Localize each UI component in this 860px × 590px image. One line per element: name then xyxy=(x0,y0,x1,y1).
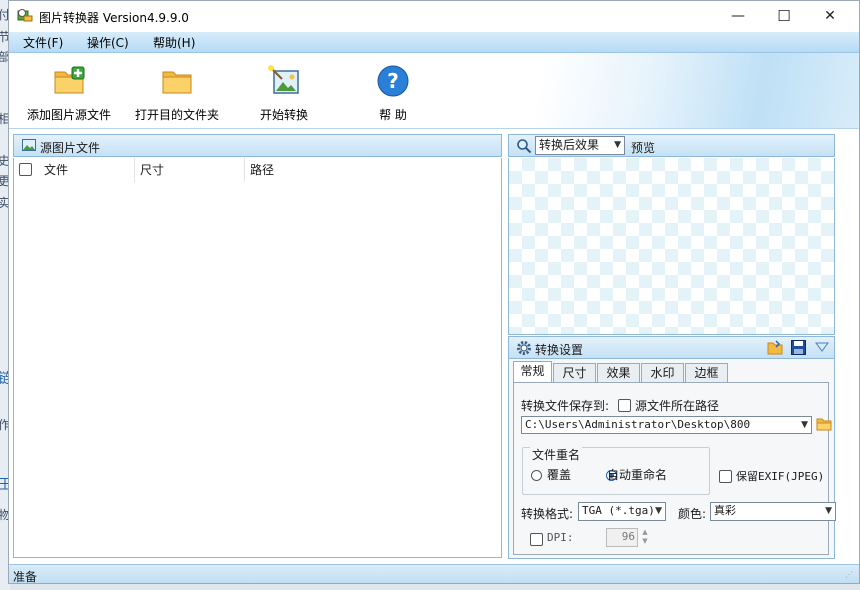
settings-panel-header: 转换设置 xyxy=(508,336,835,359)
column-file-label: 文件 xyxy=(44,163,69,177)
menu-bar: 文件(F) 操作(C) 帮助(H) xyxy=(9,32,859,53)
status-bar: 准备 ⋰ xyxy=(9,564,859,584)
dpi-label: DPI: xyxy=(547,531,574,544)
rename-group: 文件重名 覆盖 自动重命名 xyxy=(522,446,710,495)
dpi-spinner-icon[interactable]: ▲ ▼ xyxy=(638,528,652,547)
menu-help[interactable]: 帮助(H) xyxy=(153,34,195,51)
chevron-down-icon: ▼ xyxy=(801,420,808,430)
help-button[interactable]: ? 帮 助 xyxy=(353,53,433,128)
dpi-value: 96 xyxy=(621,530,635,543)
dpi-input[interactable]: 96 xyxy=(606,528,638,547)
open-dest-label: 打开目的文件夹 xyxy=(134,108,219,122)
color-value: 真彩 xyxy=(714,504,736,517)
source-path-checkbox[interactable] xyxy=(618,399,631,412)
tab-watermark[interactable]: 水印 xyxy=(641,363,684,382)
source-panel-header: 源图片文件 xyxy=(13,134,502,157)
preview-label: 预览 xyxy=(631,141,656,155)
chevron-down-icon: ▼ xyxy=(825,506,832,516)
column-header-path[interactable]: 路径 xyxy=(244,158,502,182)
open-settings-icon[interactable] xyxy=(767,340,783,355)
rename-overwrite-radio[interactable] xyxy=(531,470,542,481)
color-dropdown[interactable]: 真彩 ▼ xyxy=(710,502,836,521)
column-header-size[interactable]: 尺寸 xyxy=(134,158,245,182)
browse-folder-icon[interactable] xyxy=(816,417,832,431)
save-to-label: 转换文件保存到: xyxy=(521,399,610,413)
menu-operate[interactable]: 操作(C) xyxy=(87,34,129,51)
magnifier-icon xyxy=(517,139,532,154)
save-icon[interactable] xyxy=(791,340,806,355)
format-dropdown[interactable]: TGA (*.tga) ▼ xyxy=(578,502,666,521)
add-source-label: 添加图片源文件 xyxy=(26,108,111,122)
svg-text:?: ? xyxy=(387,69,399,93)
folder-add-icon xyxy=(54,66,85,94)
window-title: 图片转换器 Version4.9.9.0 xyxy=(39,11,189,25)
rename-auto-label: 自动重命名 xyxy=(607,468,668,482)
collapse-triangle-icon[interactable] xyxy=(815,342,829,352)
help-label: 帮 助 xyxy=(379,108,407,122)
title-bar: 图片转换器 Version4.9.9.0 — ☐ ✕ xyxy=(9,1,859,31)
save-path-combo[interactable]: C:\Users\Administrator\Desktop\800 ▼ xyxy=(521,416,812,434)
source-file-list[interactable]: 文件 尺寸 路径 xyxy=(13,158,502,558)
tab-border[interactable]: 边框 xyxy=(685,363,728,382)
chevron-down-icon: ▼ xyxy=(614,140,621,150)
preview-mode-dropdown[interactable]: 转换后效果 ▼ xyxy=(535,136,625,155)
start-convert-label: 开始转换 xyxy=(259,108,308,122)
keep-exif-checkbox[interactable] xyxy=(719,470,732,483)
source-panel-title: 源图片文件 xyxy=(40,141,101,155)
tab-general[interactable]: 常规 xyxy=(513,361,552,383)
image-icon xyxy=(22,139,36,151)
folder-open-icon xyxy=(162,71,192,94)
rename-overwrite-label: 覆盖 xyxy=(547,468,572,482)
general-tab-content: 转换文件保存到: 源文件所在路径 C:\Users\Administrator\… xyxy=(513,382,836,555)
maximize-button[interactable]: ☐ xyxy=(761,1,807,31)
app-window: 图片转换器 Version4.9.9.0 — ☐ ✕ 文件(F) 操作(C) 帮… xyxy=(8,0,860,584)
app-logo-icon xyxy=(17,9,33,22)
format-value: TGA (*.tga) xyxy=(582,504,655,517)
magic-picture-icon xyxy=(268,65,299,94)
tab-effect[interactable]: 效果 xyxy=(597,363,640,382)
start-convert-button[interactable]: 开始转换 xyxy=(239,53,329,128)
column-header-file[interactable]: 文件 xyxy=(14,158,135,182)
rename-group-label: 文件重名 xyxy=(530,446,583,463)
dpi-checkbox[interactable] xyxy=(530,533,543,546)
open-dest-button[interactable]: 打开目的文件夹 xyxy=(129,53,225,128)
chevron-down-icon: ▼ xyxy=(655,506,662,516)
close-button[interactable]: ✕ xyxy=(807,1,853,31)
color-label: 颜色: xyxy=(678,507,707,521)
column-path-label: 路径 xyxy=(250,163,275,177)
keep-exif-label: 保留EXIF(JPEG) xyxy=(736,470,825,483)
preview-mode-value: 转换后效果 xyxy=(539,138,600,152)
select-all-checkbox[interactable] xyxy=(19,163,32,176)
tab-size[interactable]: 尺寸 xyxy=(553,363,596,382)
source-path-label: 源文件所在路径 xyxy=(635,399,720,413)
toolbar: 添加图片源文件 打开目的文件夹 开始转换 ? 帮 助 xyxy=(9,53,859,129)
gear-icon xyxy=(517,341,531,355)
preview-panel-header: 转换后效果 ▼ 预览 xyxy=(508,134,835,157)
settings-body: 常规 尺寸 效果 水印 边框 转换文件保存到: 源文件所在路径 C:\Users… xyxy=(508,359,836,559)
save-path-value: C:\Users\Administrator\Desktop\800 xyxy=(525,418,751,431)
resize-grip-icon[interactable]: ⋰ xyxy=(845,570,853,579)
column-size-label: 尺寸 xyxy=(140,163,165,177)
settings-panel-title: 转换设置 xyxy=(535,343,584,357)
minimize-button[interactable]: — xyxy=(715,1,761,31)
status-text: 准备 xyxy=(13,570,38,584)
add-source-button[interactable]: 添加图片源文件 xyxy=(21,53,117,128)
menu-file[interactable]: 文件(F) xyxy=(23,34,63,51)
format-label: 转换格式: xyxy=(521,507,574,521)
preview-canvas xyxy=(508,158,835,335)
help-icon: ? xyxy=(377,65,409,97)
